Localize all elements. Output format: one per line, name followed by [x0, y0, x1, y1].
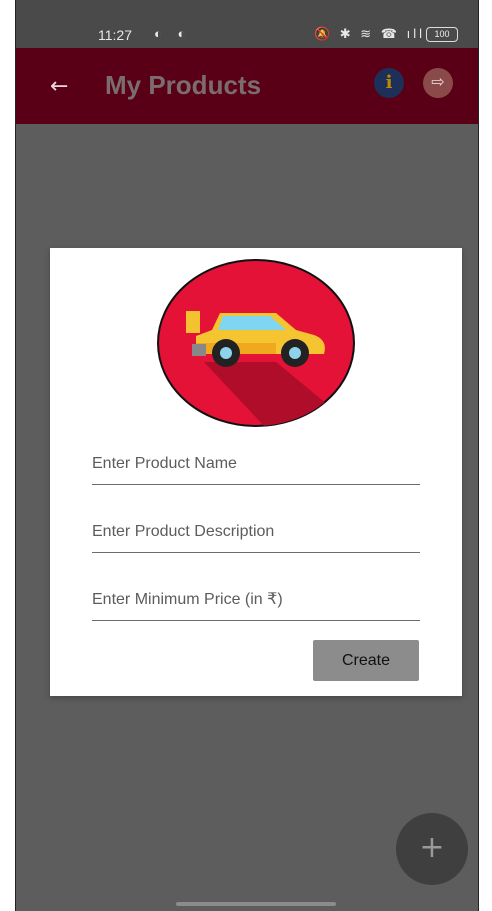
notification-icons: ◐ ◐: [154, 26, 192, 41]
create-product-dialog: Create: [50, 248, 462, 696]
app-bar: ← My Products i ⇨: [16, 48, 478, 124]
minimum-price-input[interactable]: [92, 584, 420, 621]
phone-screen: 11:27 ◐ ◐ 🔕 ✱ ≋ ☎ ıll 100 ← My Products …: [15, 0, 479, 911]
info-icon[interactable]: i: [374, 68, 404, 98]
create-button[interactable]: Create: [313, 640, 419, 681]
car-logo-icon: [157, 259, 355, 427]
product-description-input[interactable]: [92, 516, 420, 553]
system-status-icons: 🔕 ✱ ≋ ☎ ıll: [314, 26, 425, 41]
gesture-nav-bar[interactable]: [176, 902, 336, 906]
product-name-input[interactable]: [92, 448, 420, 485]
page-title: My Products: [105, 70, 262, 100]
back-arrow-icon[interactable]: ←: [50, 74, 68, 99]
status-bar: 11:27 ◐ ◐ 🔕 ✱ ≋ ☎ ıll 100: [16, 0, 478, 48]
status-time: 11:27: [98, 27, 132, 43]
logout-icon[interactable]: ⇨: [423, 68, 453, 98]
battery-icon: 100: [426, 27, 458, 42]
add-product-fab[interactable]: +: [396, 813, 468, 885]
